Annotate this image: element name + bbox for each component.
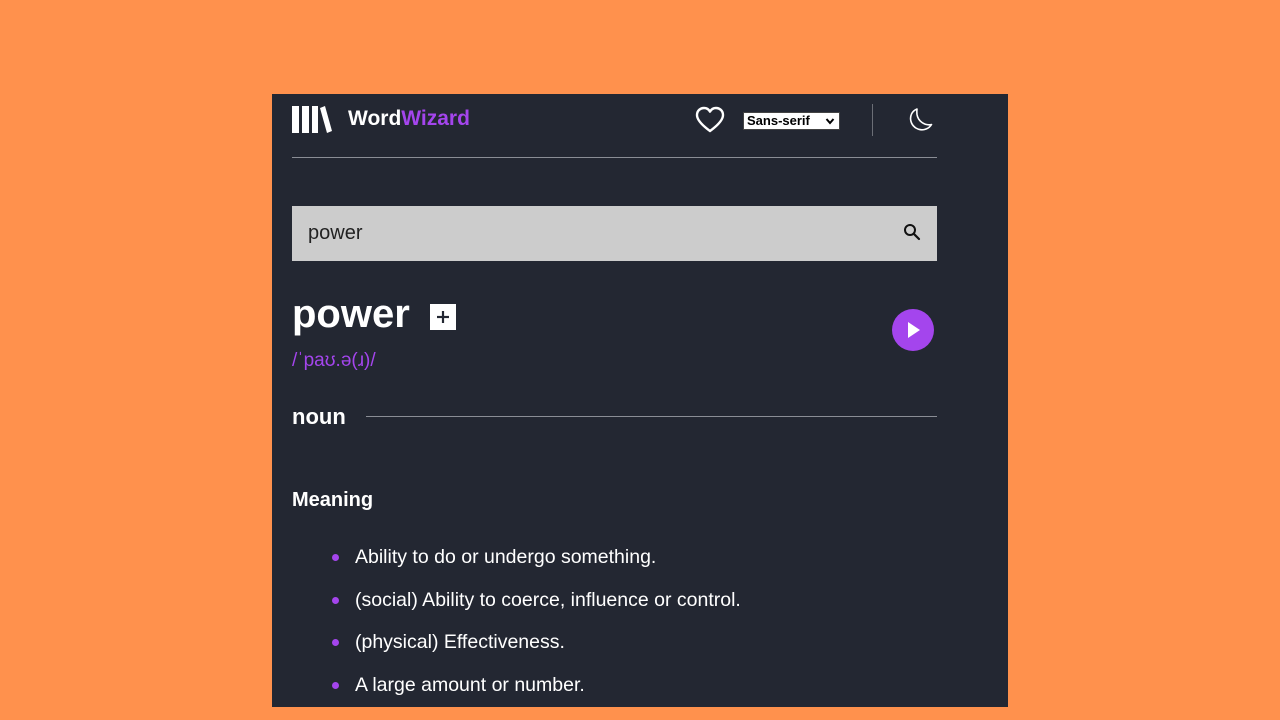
definition-item: Ability to do or undergo something. xyxy=(292,544,937,587)
brand-name: WordWizard xyxy=(348,107,470,131)
dictionary-app: WordWizard Sans-serif power /ˈpaʊ xyxy=(272,94,1008,707)
part-of-speech: noun xyxy=(292,404,346,429)
header-divider xyxy=(872,104,873,136)
part-of-speech-divider xyxy=(366,416,937,417)
play-icon xyxy=(908,322,920,338)
definition-text: A large amount or number. xyxy=(355,673,585,696)
add-to-favorites-button[interactable] xyxy=(430,304,456,330)
meaning-heading: Meaning xyxy=(292,489,374,511)
search-input[interactable] xyxy=(292,206,937,261)
heart-icon[interactable] xyxy=(695,106,725,134)
chevron-down-icon xyxy=(825,118,835,125)
library-logo-icon xyxy=(292,106,332,133)
search-icon[interactable] xyxy=(903,223,921,241)
search-bar xyxy=(292,206,937,261)
bullet-icon xyxy=(332,639,339,646)
definition-item: (physical) Effectiveness. xyxy=(292,629,937,672)
font-select-value: Sans-serif xyxy=(747,113,810,128)
definition-text: (social) Ability to coerce, influence or… xyxy=(355,588,741,611)
moon-icon[interactable] xyxy=(906,106,934,134)
phonetic-text: /ˈpaʊ.ə(ɹ)/ xyxy=(292,350,376,371)
definition-text: (physical) Effectiveness. xyxy=(355,631,565,653)
definition-text: Ability to do or undergo something. xyxy=(355,546,657,568)
brand-part-word: Word xyxy=(348,107,402,130)
bullet-icon xyxy=(332,554,339,561)
plus-icon xyxy=(437,311,449,323)
play-pronunciation-button[interactable] xyxy=(892,309,934,351)
brand-part-wizard: Wizard xyxy=(401,107,470,130)
definition-list: Ability to do or undergo something. (soc… xyxy=(292,544,937,707)
font-select[interactable]: Sans-serif xyxy=(743,112,840,130)
definition-item: (social) Ability to coerce, influence or… xyxy=(292,587,937,630)
definition-item: A large amount or number. xyxy=(292,672,937,708)
app-header: WordWizard Sans-serif xyxy=(292,94,937,158)
word-title: power xyxy=(292,292,410,336)
bullet-icon xyxy=(332,681,339,689)
bullet-icon xyxy=(332,596,339,604)
